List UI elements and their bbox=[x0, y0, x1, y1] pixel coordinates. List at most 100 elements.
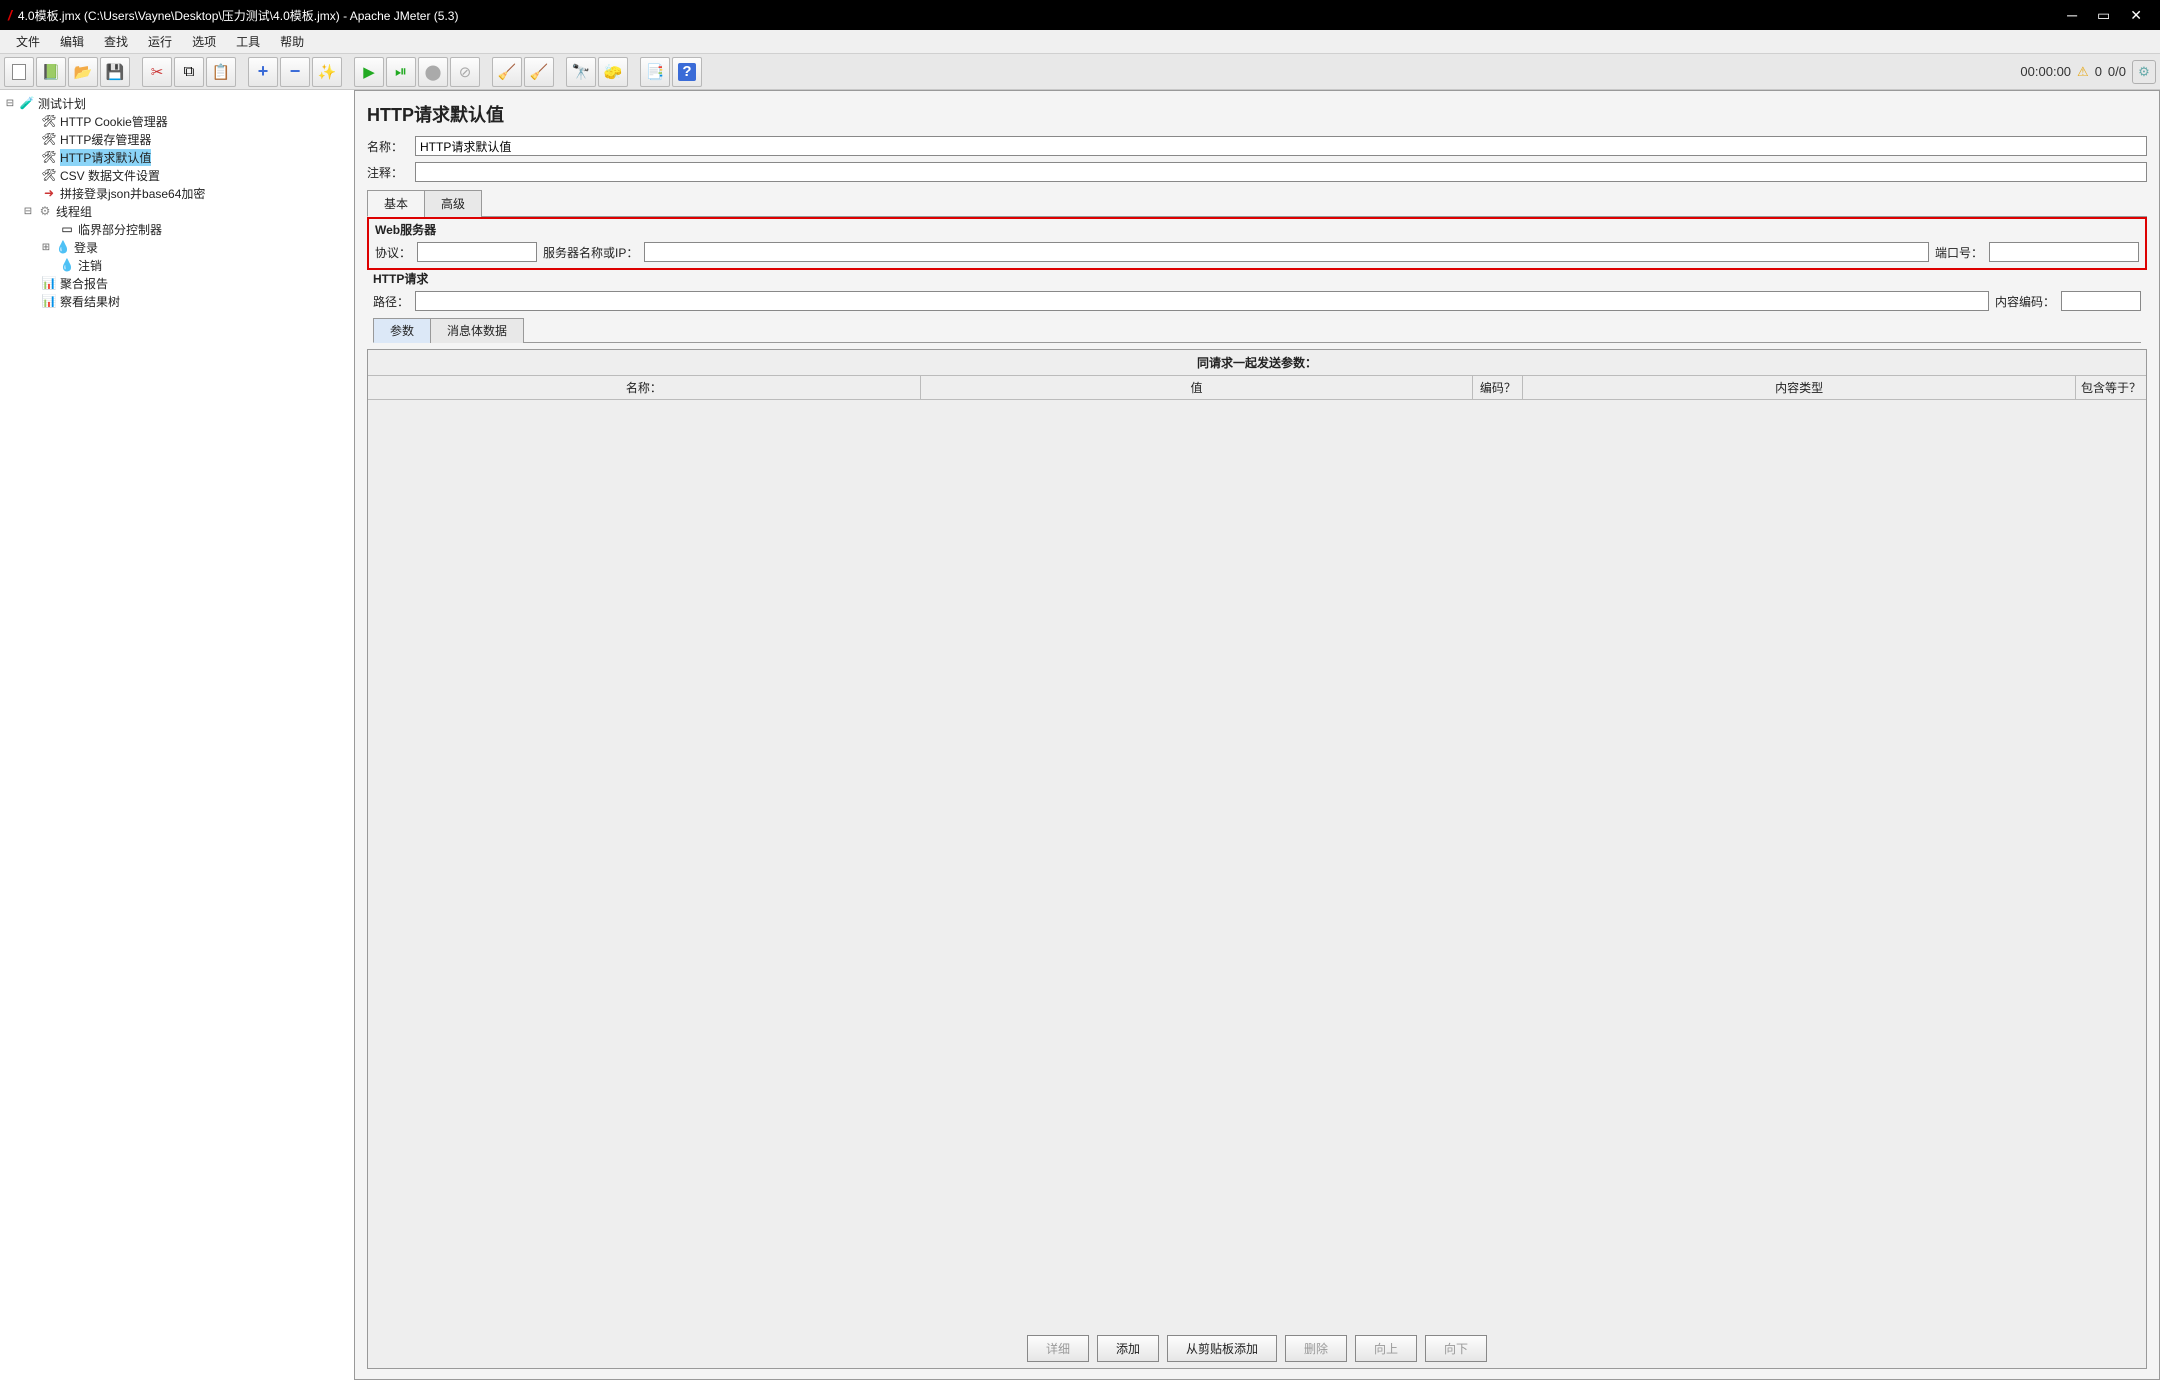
menu-file[interactable]: 文件 bbox=[6, 30, 50, 53]
open-icon: 📂 bbox=[74, 63, 93, 81]
params-buttons: 详细 添加 从剪贴板添加 删除 向上 向下 bbox=[368, 1329, 2146, 1368]
name-label: 名称： bbox=[367, 138, 409, 155]
test-plan-tree[interactable]: ⊟ 🧪 测试计划 🛠 HTTP Cookie管理器 🛠 HTTP缓存管理器 🛠 … bbox=[0, 90, 355, 1380]
help-button[interactable]: ? bbox=[672, 57, 702, 87]
report-icon: 📊 bbox=[41, 275, 57, 291]
binoculars-icon: 🔭 bbox=[572, 63, 591, 81]
cut-icon: ✂ bbox=[151, 63, 164, 81]
save-button[interactable]: 💾 bbox=[100, 57, 130, 87]
stop-button[interactable]: ⬤ bbox=[418, 57, 448, 87]
http-request-section: HTTP请求 路径： 内容编码： 参数 消息体数据 bbox=[367, 270, 2147, 349]
shutdown-button[interactable]: ⊘ bbox=[450, 57, 480, 87]
maximize-button[interactable]: ▭ bbox=[2097, 7, 2110, 24]
paste-icon: 📋 bbox=[212, 63, 231, 81]
thread-icon: ⚙ bbox=[37, 203, 53, 219]
function-helper-button[interactable]: 📑 bbox=[640, 57, 670, 87]
sampler-icon: 💧 bbox=[59, 257, 75, 273]
tree-item-csv[interactable]: 🛠 CSV 数据文件设置 bbox=[0, 166, 354, 184]
templates-button[interactable]: 📗 bbox=[36, 57, 66, 87]
tree-item-login[interactable]: ⊞ 💧 登录 bbox=[0, 238, 354, 256]
sampler-icon: 💧 bbox=[55, 239, 71, 255]
toggle-icon[interactable]: ⊟ bbox=[22, 206, 34, 217]
settings-button[interactable]: ⚙ bbox=[2132, 60, 2156, 84]
path-input[interactable] bbox=[415, 291, 1989, 311]
start-button[interactable]: ▶ bbox=[354, 57, 384, 87]
reset-search-button[interactable]: 🧽 bbox=[598, 57, 628, 87]
tree-item-preprocessor[interactable]: ➜ 拼接登录json并base64加密 bbox=[0, 184, 354, 202]
subtab-params[interactable]: 参数 bbox=[373, 318, 431, 343]
subtab-body[interactable]: 消息体数据 bbox=[430, 318, 524, 343]
tree-item-results-tree[interactable]: 📊 察看结果树 bbox=[0, 292, 354, 310]
add-button[interactable]: 添加 bbox=[1097, 1335, 1159, 1362]
save-icon: 💾 bbox=[106, 63, 125, 81]
close-button[interactable]: ✕ bbox=[2130, 7, 2142, 24]
add-clipboard-button[interactable]: 从剪贴板添加 bbox=[1167, 1335, 1277, 1362]
web-server-section: Web服务器 协议： 服务器名称或IP： 端口号： bbox=[367, 217, 2147, 270]
templates-icon: 📗 bbox=[42, 63, 61, 81]
col-encode[interactable]: 编码？ bbox=[1473, 376, 1523, 399]
tree-thread-group[interactable]: ⊟ ⚙ 线程组 bbox=[0, 202, 354, 220]
tree-label: HTTP缓存管理器 bbox=[60, 131, 151, 148]
tree-item-critical[interactable]: ▭ 临界部分控制器 bbox=[0, 220, 354, 238]
down-button[interactable]: 向下 bbox=[1425, 1335, 1487, 1362]
tree-item-http-defaults[interactable]: 🛠 HTTP请求默认值 bbox=[0, 148, 354, 166]
shutdown-icon: ⊘ bbox=[459, 63, 472, 81]
http-req-legend: HTTP请求 bbox=[373, 270, 2141, 287]
menu-search[interactable]: 查找 bbox=[94, 30, 138, 53]
cut-button[interactable]: ✂ bbox=[142, 57, 172, 87]
menu-help[interactable]: 帮助 bbox=[270, 30, 314, 53]
menu-tools[interactable]: 工具 bbox=[226, 30, 270, 53]
plus-icon: + bbox=[258, 61, 269, 82]
col-name[interactable]: 名称： bbox=[368, 376, 921, 399]
expand-button[interactable]: + bbox=[248, 57, 278, 87]
params-table-body[interactable] bbox=[368, 400, 2146, 1329]
tab-advanced[interactable]: 高级 bbox=[424, 190, 482, 217]
collapse-button[interactable]: − bbox=[280, 57, 310, 87]
toolbar: 📗 📂 💾 ✂ ⧉ 📋 + − ✨ ▶ ⏯ ⬤ ⊘ 🧹 🧹 🔭 🧽 📑 ? 00… bbox=[0, 54, 2160, 90]
menu-options[interactable]: 选项 bbox=[182, 30, 226, 53]
play-multi-icon: ⏯ bbox=[395, 63, 407, 80]
comment-input[interactable] bbox=[415, 162, 2147, 182]
tree-item-aggregate[interactable]: 📊 聚合报告 bbox=[0, 274, 354, 292]
tab-basic[interactable]: 基本 bbox=[367, 190, 425, 217]
col-ctype[interactable]: 内容类型 bbox=[1523, 376, 2076, 399]
config-icon: 🛠 bbox=[41, 149, 57, 165]
tree-label: 临界部分控制器 bbox=[78, 221, 162, 238]
warning-icon[interactable]: ⚠ bbox=[2077, 64, 2089, 80]
broom-search-icon: 🧽 bbox=[604, 63, 623, 81]
detail-button[interactable]: 详细 bbox=[1027, 1335, 1089, 1362]
minimize-button[interactable]: ─ bbox=[2067, 7, 2077, 24]
menu-run[interactable]: 运行 bbox=[138, 30, 182, 53]
encoding-input[interactable] bbox=[2061, 291, 2141, 311]
new-button[interactable] bbox=[4, 57, 34, 87]
search-tree-button[interactable]: 🔭 bbox=[566, 57, 596, 87]
tree-label: HTTP请求默认值 bbox=[60, 149, 151, 166]
col-value[interactable]: 值 bbox=[921, 376, 1474, 399]
paste-button[interactable]: 📋 bbox=[206, 57, 236, 87]
tree-item-cache[interactable]: 🛠 HTTP缓存管理器 bbox=[0, 130, 354, 148]
toggle-icon[interactable]: ⊟ bbox=[4, 98, 16, 109]
open-button[interactable]: 📂 bbox=[68, 57, 98, 87]
toggle-button[interactable]: ✨ bbox=[312, 57, 342, 87]
gear-icon: ⚙ bbox=[2138, 64, 2150, 80]
tree-item-cookie[interactable]: 🛠 HTTP Cookie管理器 bbox=[0, 112, 354, 130]
menubar: 文件 编辑 查找 运行 选项 工具 帮助 bbox=[0, 30, 2160, 54]
up-button[interactable]: 向上 bbox=[1355, 1335, 1417, 1362]
protocol-input[interactable] bbox=[417, 242, 537, 262]
clear-button[interactable]: 🧹 bbox=[492, 57, 522, 87]
web-server-legend: Web服务器 bbox=[375, 221, 2139, 238]
menu-edit[interactable]: 编辑 bbox=[50, 30, 94, 53]
tree-root[interactable]: ⊟ 🧪 测试计划 bbox=[0, 94, 354, 112]
stop-icon: ⬤ bbox=[425, 63, 442, 81]
name-input[interactable] bbox=[415, 136, 2147, 156]
port-input[interactable] bbox=[1989, 242, 2139, 262]
start-no-pause-button[interactable]: ⏯ bbox=[386, 57, 416, 87]
col-include[interactable]: 包含等于？ bbox=[2076, 376, 2146, 399]
tree-label: 聚合报告 bbox=[60, 275, 108, 292]
clear-all-button[interactable]: 🧹 bbox=[524, 57, 554, 87]
tree-item-logout[interactable]: 💧 注销 bbox=[0, 256, 354, 274]
server-input[interactable] bbox=[644, 242, 1929, 262]
delete-button[interactable]: 删除 bbox=[1285, 1335, 1347, 1362]
copy-button[interactable]: ⧉ bbox=[174, 57, 204, 87]
toggle-icon[interactable]: ⊞ bbox=[40, 242, 52, 253]
